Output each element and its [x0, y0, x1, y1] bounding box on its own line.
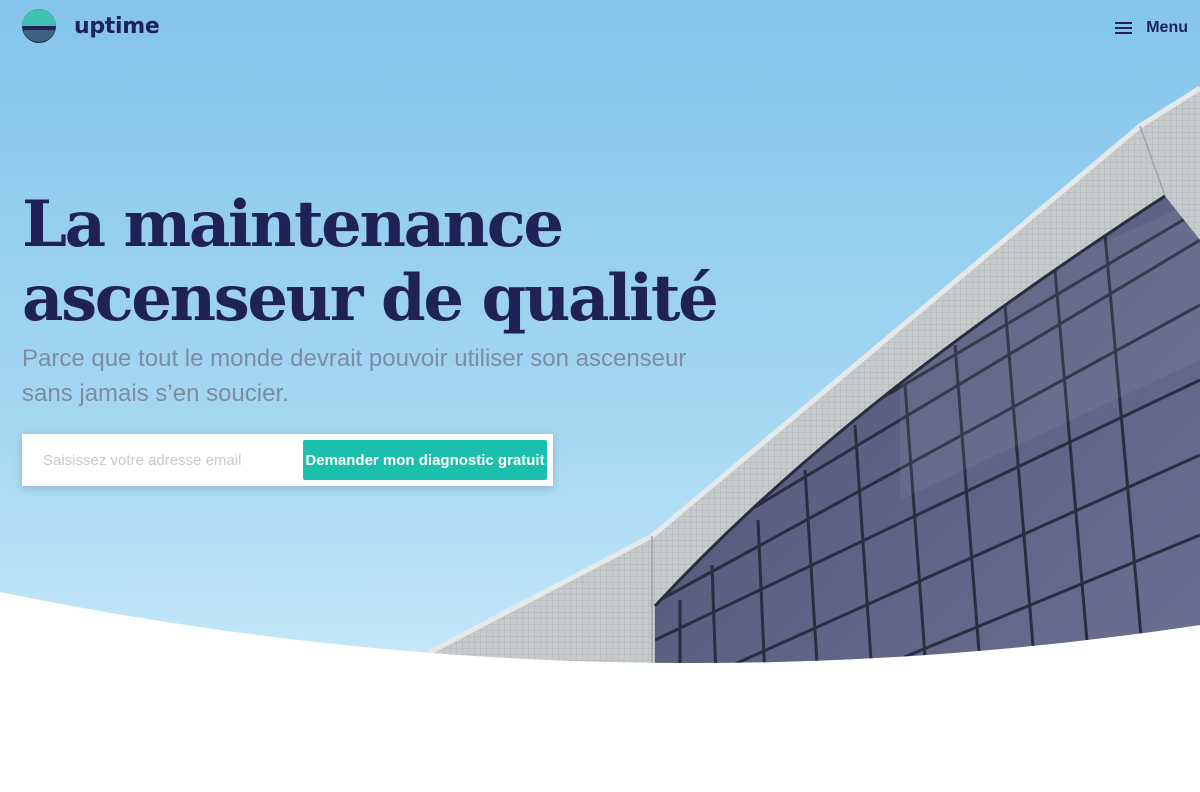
brand-name: uptime: [74, 13, 160, 39]
hero-title-line-2: ascenseur de qualité: [22, 261, 719, 336]
diagnostic-cta-button[interactable]: Demander mon diagnostic gratuit: [303, 440, 547, 480]
hero-subtitle: Parce que tout le monde devrait pouvoir …: [22, 341, 722, 411]
email-signup-form: Demander mon diagnostic gratuit: [22, 434, 553, 486]
hamburger-menu-icon: [1115, 22, 1133, 34]
hero-title-line-1: La maintenance: [22, 187, 564, 262]
site-header: uptime Menu: [0, 0, 1200, 56]
hero-subtitle-line-1: Parce que tout le monde devrait pouvoir …: [22, 345, 687, 372]
menu-label: Menu: [1146, 19, 1188, 36]
uptime-logo-icon: [22, 9, 56, 43]
brand-logo-link[interactable]: uptime: [22, 9, 160, 43]
hero-subtitle-line-2: sans jamais s’en soucier.: [22, 380, 289, 407]
hero-title: La maintenance ascenseur de qualité: [22, 188, 782, 336]
email-input[interactable]: [22, 434, 302, 486]
hero-section: uptime Menu La maintenance ascenseur de …: [0, 0, 1200, 792]
menu-button[interactable]: Menu: [1115, 15, 1188, 41]
